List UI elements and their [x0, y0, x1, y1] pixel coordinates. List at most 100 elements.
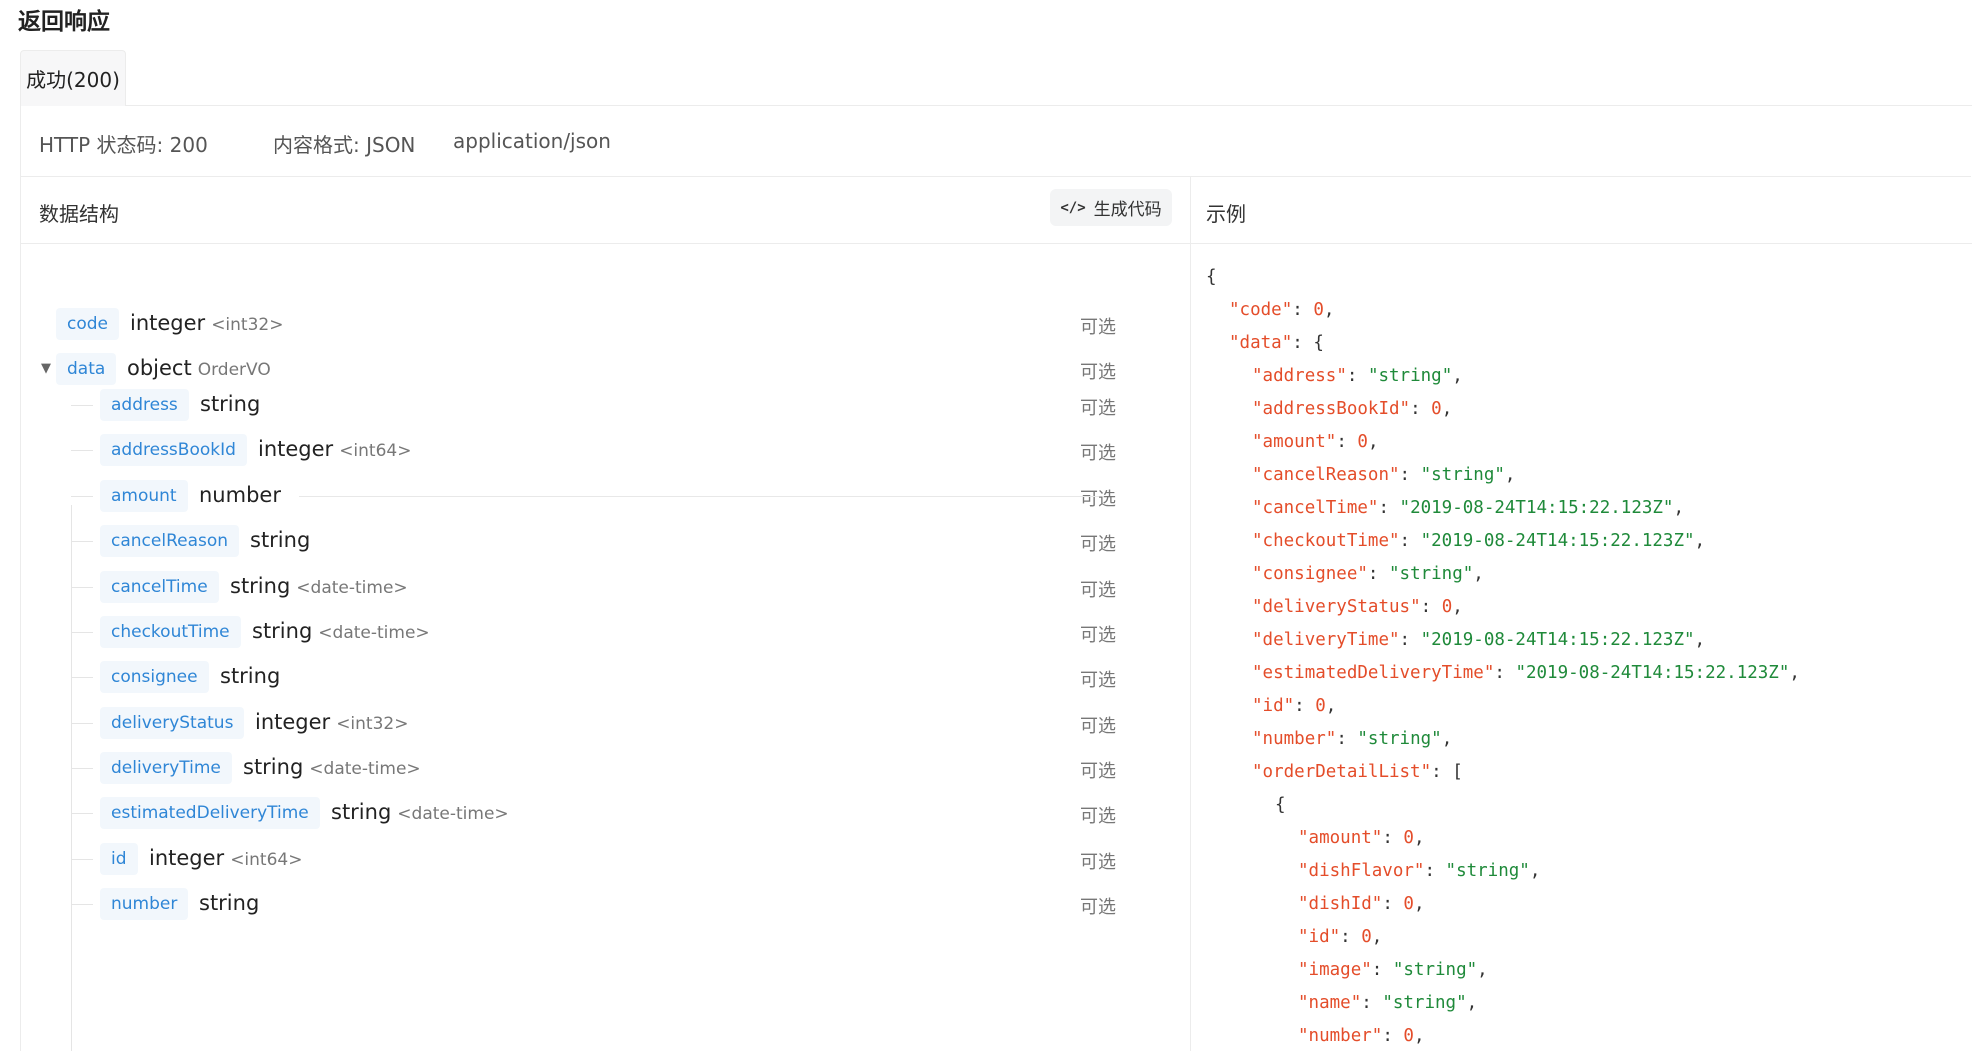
optional-label: 可选 — [1080, 489, 1116, 510]
json-key: dishFlavor — [1308, 861, 1414, 881]
field-type-name: integer — [255, 710, 331, 734]
field-type-name: integer — [130, 311, 206, 335]
json-key: amount — [1308, 828, 1372, 848]
json-key: estimatedDeliveryTime — [1262, 663, 1484, 683]
code-line: "dishId": 0, — [1298, 894, 1425, 914]
code-line: "name": "string", — [1298, 993, 1478, 1013]
field-format: <date-time> — [397, 804, 509, 824]
optional-label: 可选 — [1080, 580, 1116, 601]
response-meta: HTTP 状态码: 200 内容格式: JSON application/jso… — [21, 106, 1971, 177]
json-value: { — [1313, 333, 1324, 353]
data-structure-title: 数据结构 — [39, 202, 119, 226]
json-trail: , — [1694, 531, 1706, 551]
json-trail: , — [1694, 630, 1706, 650]
code-line: "cancelTime": "2019-08-24T14:15:22.123Z"… — [1252, 498, 1685, 518]
generate-code-button[interactable]: </> 生成代码 — [1050, 189, 1172, 226]
json-value: 0 — [1315, 696, 1326, 716]
json-trail: , — [1323, 300, 1335, 320]
json-key: dishId — [1308, 894, 1372, 914]
json-key: number — [1308, 1026, 1372, 1046]
json-key: address — [1262, 366, 1337, 386]
field-type-name: string — [199, 891, 260, 915]
example-json-code: {"code": 0, "data": {"address": "string",… — [1206, 261, 1800, 1051]
page-title: 返回响应 — [18, 9, 110, 35]
field-type: integer <int64> — [149, 846, 302, 870]
field-row: address string 可选 — [21, 385, 1171, 425]
field-type-name: object — [127, 356, 192, 380]
json-trail: , — [1529, 861, 1541, 881]
field-row: number string 可选 — [21, 884, 1171, 924]
data-structure-panel: 数据结构 </> 生成代码 code integer <int32> 可选 ▼ data o… — [21, 177, 1191, 1051]
tree-branch — [71, 405, 93, 406]
optional-label: 可选 — [1080, 625, 1116, 646]
json-value: 0 — [1403, 894, 1414, 914]
field-format: <date-time> — [318, 623, 430, 643]
json-key: id — [1308, 927, 1330, 947]
json-value: "string" — [1367, 366, 1453, 386]
field-type: string <date-time> — [230, 574, 408, 598]
code-line: "consignee": "string", — [1252, 564, 1484, 584]
json-trail: , — [1466, 993, 1478, 1013]
field-type: string — [220, 664, 286, 688]
json-key: code — [1239, 300, 1282, 320]
json-value: "string" — [1420, 465, 1505, 485]
collapse-caret-icon[interactable]: ▼ — [41, 361, 51, 376]
optional-label: 可选 — [1080, 534, 1116, 555]
json-trail: , — [1452, 597, 1463, 617]
field-name: number — [100, 888, 189, 920]
row-hover-guide — [299, 496, 1099, 497]
field-row: checkoutTime string <date-time> 可选 — [21, 612, 1171, 652]
field-format: <int32> — [211, 315, 284, 335]
field-type: string <date-time> — [331, 800, 509, 824]
code-line: "estimatedDeliveryTime": "2019-08-24T14:… — [1252, 663, 1800, 683]
field-row: amount number 可选 — [21, 476, 1171, 516]
tree-branch — [71, 450, 93, 451]
field-type-name: string — [230, 574, 291, 598]
optional-label: 可选 — [1080, 443, 1116, 464]
json-key: deliveryTime — [1262, 630, 1389, 650]
json-value: [ — [1452, 762, 1463, 782]
json-trail: , — [1367, 432, 1379, 452]
json-value: "string" — [1357, 729, 1442, 749]
json-key: addressBookId — [1262, 399, 1400, 419]
json-value: 0 — [1431, 399, 1442, 419]
field-type-name: integer — [258, 437, 334, 461]
response-tabs: 成功(200) — [20, 50, 1972, 106]
field-type-name: integer — [149, 846, 225, 870]
response-panel: HTTP 状态码: 200 内容格式: JSON application/jso… — [20, 106, 1972, 1051]
json-trail: , — [1413, 1026, 1425, 1046]
json-value: "2019-08-24T14:15:22.123Z" — [1420, 531, 1695, 551]
json-key: number — [1262, 729, 1326, 749]
code-line: "deliveryStatus": 0, — [1252, 597, 1463, 617]
field-row: deliveryTime string <date-time> 可选 — [21, 748, 1171, 788]
json-trail: , — [1477, 960, 1488, 980]
json-trail: , — [1452, 366, 1463, 386]
field-type: integer <int64> — [258, 437, 411, 461]
field-type-name: string — [250, 528, 311, 552]
json-value: 0 — [1361, 927, 1372, 947]
json-value: "string" — [1392, 960, 1478, 980]
tree-branch — [71, 587, 93, 588]
json-key: checkoutTime — [1262, 531, 1389, 551]
field-format: <int32> — [336, 714, 409, 734]
field-type-name: string — [252, 619, 313, 643]
field-type: object OrderVO — [127, 356, 271, 380]
json-key: data — [1239, 333, 1282, 353]
tree-branch — [71, 677, 93, 678]
json-value: 0 — [1313, 300, 1324, 320]
json-trail: , — [1371, 927, 1383, 947]
code-line: "amount": 0, — [1252, 432, 1379, 452]
field-type-name: string — [200, 392, 261, 416]
tree-branch — [71, 541, 93, 542]
optional-label: 可选 — [1080, 716, 1116, 737]
field-format: OrderVO — [197, 360, 271, 380]
field-type: string — [200, 392, 266, 416]
field-name: cancelTime — [100, 571, 219, 603]
field-format: <date-time> — [296, 578, 408, 598]
field-name: consignee — [100, 661, 209, 693]
generate-code-label: 生成代码 — [1093, 200, 1162, 220]
code-line: "id": 0, — [1252, 696, 1337, 716]
tree-branch — [71, 904, 93, 905]
tab-success-200[interactable]: 成功(200) — [20, 50, 126, 106]
field-row: code integer <int32> 可选 — [21, 304, 1171, 344]
